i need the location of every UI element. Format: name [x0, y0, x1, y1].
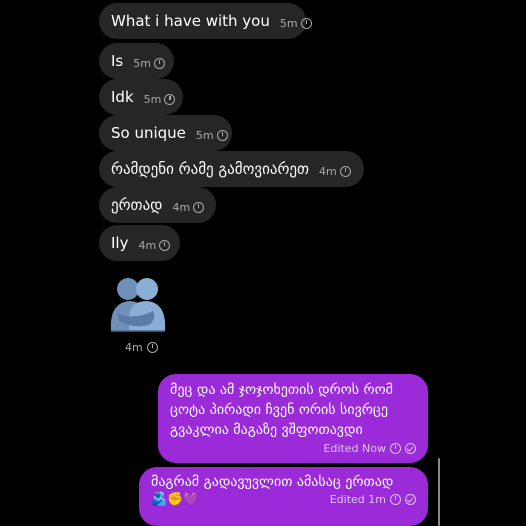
message-bubble[interactable]: Idk 5m — [99, 79, 183, 115]
clock-icon — [164, 93, 176, 105]
message-time: 4m — [138, 239, 171, 252]
message-time: 5m — [144, 93, 176, 106]
message-text: Is — [111, 52, 124, 70]
message-bubble[interactable]: Ily 4m — [99, 225, 180, 261]
clock-icon — [159, 239, 171, 251]
message-text: What i have with you — [111, 12, 270, 30]
sent-check-icon — [405, 494, 416, 505]
clock-icon — [300, 17, 312, 29]
message-bubble[interactable]: So unique 5m — [99, 115, 232, 151]
message-text: ერთად — [111, 196, 163, 214]
message-text: მაგრამ გადავუვლით ამასაც ერთად — [151, 474, 394, 490]
clock-icon — [339, 165, 351, 177]
clock-icon — [390, 494, 401, 505]
message-bubble[interactable]: ერთად 4m — [99, 187, 216, 223]
outgoing-message-bubble[interactable]: მეც და ამ ჯოჯოხეთის დროს რომ ცოტა პირადი… — [158, 374, 428, 463]
message-text: რამდენი რამე გამოვიარეთ — [111, 160, 310, 178]
message-bubble[interactable]: What i have with you 5m — [99, 3, 312, 39]
message-text: მეც და ამ ჯოჯოხეთის დროს რომ ცოტა პირადი… — [170, 382, 393, 438]
sent-check-icon — [405, 443, 416, 454]
clock-icon — [390, 443, 401, 454]
clock-icon — [216, 129, 228, 141]
message-time: 4m — [319, 165, 351, 178]
message-time: 5m — [280, 17, 312, 30]
message-status: Edited Now — [170, 442, 416, 455]
message-time: 5m — [196, 129, 228, 142]
message-time: 4m — [172, 201, 205, 214]
sticker-time: 4m — [125, 341, 158, 354]
outgoing-message-bubble[interactable]: მაგრამ გადავუვლით ამასაც ერთად 🫂✊💜 Edite… — [139, 467, 428, 526]
message-time: 5m — [133, 57, 165, 70]
message-status: Edited 1m — [330, 493, 416, 506]
sticker-message[interactable] — [103, 275, 173, 335]
clock-icon — [146, 342, 158, 353]
message-text: So unique — [111, 124, 186, 142]
message-text: Idk — [111, 88, 134, 106]
message-bubble[interactable]: Is 5m — [99, 43, 174, 79]
scrollbar[interactable] — [438, 458, 440, 526]
people-hugging-icon — [110, 278, 166, 332]
clock-icon — [153, 57, 165, 69]
message-bubble[interactable]: რამდენი რამე გამოვიარეთ 4m — [99, 151, 364, 187]
message-emoji: 🫂✊💜 — [151, 492, 200, 507]
message-text: Ily — [111, 234, 129, 252]
clock-icon — [193, 201, 205, 213]
